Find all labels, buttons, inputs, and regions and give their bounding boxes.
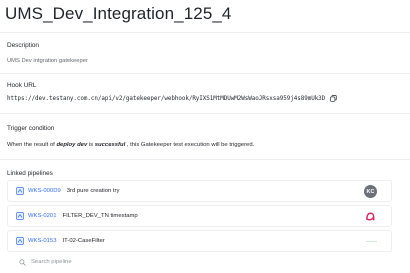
trigger-condition-text: When the result of deploy dev is success… [7, 142, 254, 148]
pipeline-icon [16, 187, 24, 195]
trigger-suffix: , this Gatekeeper test execution will be… [125, 142, 255, 148]
pipeline-icon [16, 212, 24, 220]
copy-icon[interactable] [330, 95, 337, 102]
pipeline-icon [16, 237, 24, 245]
pipeline-id-link[interactable]: WKS-0153 [28, 238, 56, 244]
page-title: UMS_Dev_Integration_125_4 [5, 4, 232, 23]
divider [0, 32, 410, 33]
divider [0, 113, 410, 114]
description-value: UMS Dev intgration gatekeeper [7, 58, 88, 64]
trigger-middle: is [87, 142, 95, 148]
avatar: KC [364, 185, 377, 198]
trigger-condition-label: Trigger condition [7, 125, 55, 132]
trigger-pipeline-ref: deploy dev [56, 142, 88, 148]
pipeline-name: IT-02-CaseFilter [62, 238, 105, 244]
pipeline-name: FILTER_DEV_TN timestamp [62, 213, 138, 219]
avatar: a [364, 210, 377, 223]
pipeline-id-link[interactable]: WKS-000D9 [28, 188, 61, 194]
divider [0, 73, 410, 74]
pipeline-id-link[interactable]: WKS-0201 [28, 213, 56, 219]
avatar-placeholder [366, 241, 377, 242]
pipeline-row[interactable]: WKS-0153 IT-02-CaseFilter [7, 230, 392, 252]
hook-url-row: https://dev.testany.com.cn/api/v2/gateke… [7, 95, 337, 102]
divider [0, 159, 410, 160]
search-pipeline-input[interactable] [31, 259, 231, 265]
linked-pipelines-list: WKS-000D9 3rd pure creation try KC WKS-0… [7, 180, 392, 270]
trigger-result: successful [94, 142, 126, 148]
pipeline-name: 3rd pure creation try [66, 188, 120, 194]
hook-url-label: Hook URL [7, 82, 37, 89]
hook-url-value: https://dev.testany.com.cn/api/v2/gateke… [7, 95, 326, 102]
linked-pipelines-label: Linked pipelines [7, 170, 53, 177]
trigger-prefix: When the result of [7, 142, 57, 148]
search-icon [19, 258, 26, 266]
pipeline-row[interactable]: WKS-000D9 3rd pure creation try KC [7, 180, 392, 202]
description-label: Description [7, 42, 39, 49]
pipeline-search [7, 254, 392, 270]
pipeline-row[interactable]: WKS-0201 FILTER_DEV_TN timestamp a [7, 205, 392, 227]
